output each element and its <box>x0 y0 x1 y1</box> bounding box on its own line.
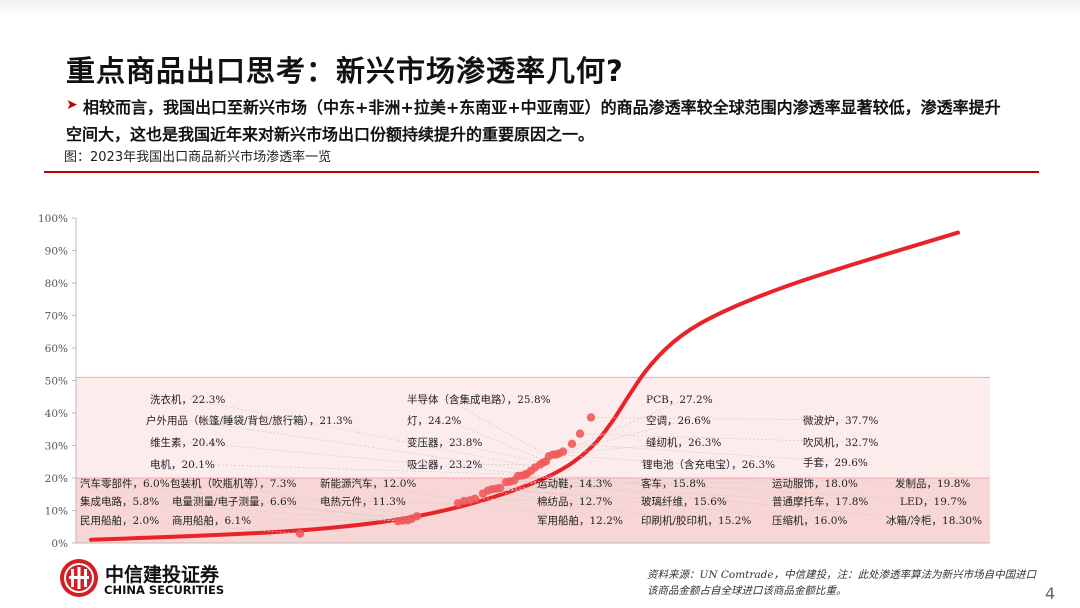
data-label: 汽车零部件，6.0% <box>80 477 170 490</box>
data-label: 微波炉，37.7% <box>803 414 878 427</box>
data-label: 包装机（吹瓶机等），7.3% <box>170 477 296 490</box>
y-tick-label: 60% <box>45 343 68 355</box>
data-label: 印刷机/胶印机，15.2% <box>641 514 751 527</box>
penetration-chart: 0% 10% 20% 30% 40% 50% 60% 70% 80% 90% 100% 民用船舶，2.… <box>38 213 990 550</box>
data-point <box>558 447 568 456</box>
logo-text-en: CHINA SECURITIES <box>104 583 225 597</box>
y-tick-label: 80% <box>45 278 68 290</box>
data-label: 压缩机，16.0% <box>772 514 847 527</box>
data-point <box>575 429 585 438</box>
data-label: 户外用品（帐篷/睡袋/背包/旅行箱），21.3% <box>146 414 353 427</box>
data-label: 电热元件，11.3% <box>320 495 406 508</box>
data-label: 军用船舶，12.2% <box>537 514 623 527</box>
y-tick-label: 20% <box>45 473 68 485</box>
data-point <box>567 439 577 448</box>
data-label: 变压器，23.8% <box>407 436 482 449</box>
data-label: 玻璃纤维，15.6% <box>641 495 727 508</box>
data-label: 商用船舶，6.1% <box>172 514 251 527</box>
data-label: 客车，15.8% <box>641 477 706 490</box>
data-label: 锂电池（含充电宝），26.3% <box>642 458 775 471</box>
data-label: 运动服饰，18.0% <box>772 477 858 490</box>
data-label: 冰箱/冷柜，18.30% <box>886 514 982 527</box>
data-label: 发制品，19.8% <box>895 477 970 490</box>
data-label: 洗衣机，22.3% <box>150 393 225 406</box>
citic-seal-icon <box>60 559 98 597</box>
y-tick-label: 40% <box>45 408 68 420</box>
data-label: 半导体（含集成电路），25.8% <box>407 393 551 406</box>
data-label: 灯，24.2% <box>407 415 461 427</box>
company-logo: 中信建投证券 CHINA SECURITIES <box>58 557 224 603</box>
data-label: 电机，20.1% <box>150 458 215 471</box>
data-label: 集成电路，5.8% <box>80 495 159 508</box>
data-label: 吹风机，32.7% <box>803 436 878 449</box>
page-number: 4 <box>1045 584 1056 603</box>
data-label: 吸尘器，23.2% <box>407 459 482 471</box>
data-label: 民用船舶，2.0% <box>80 514 159 527</box>
y-tick-label: 30% <box>45 441 68 453</box>
data-label: 运动鞋，14.3% <box>537 477 612 490</box>
data-label: 缝纫机，26.3% <box>646 436 721 449</box>
y-tick-label: 90% <box>45 246 68 258</box>
y-tick-label: 100% <box>38 213 68 225</box>
data-point <box>470 494 480 503</box>
data-label: 普通摩托车，17.8% <box>772 495 868 508</box>
y-tick-label: 10% <box>45 506 68 518</box>
data-point <box>412 512 422 521</box>
y-tick-label: 50% <box>45 376 68 388</box>
data-label: 手套，29.6% <box>803 456 868 469</box>
data-label: 维生素，20.4% <box>150 436 225 449</box>
data-point <box>586 413 596 422</box>
data-label: 棉纺品，12.7% <box>537 495 612 508</box>
data-label: LED，19.7% <box>900 496 967 508</box>
data-label: 新能源汽车，12.0% <box>320 477 416 490</box>
data-label: 空调，26.6% <box>646 414 711 427</box>
data-label: 电量测量/电子测量，6.6% <box>172 495 297 508</box>
source-note: 资料来源：UN Comtrade，中信建投，注：此处渗透率算法为新兴市场自中国进… <box>647 569 1037 597</box>
data-point <box>495 483 505 493</box>
data-point <box>295 529 305 538</box>
y-tick-label: 0% <box>51 538 68 550</box>
y-tick-label: 70% <box>45 311 68 323</box>
data-label: PCB，27.2% <box>646 394 713 406</box>
